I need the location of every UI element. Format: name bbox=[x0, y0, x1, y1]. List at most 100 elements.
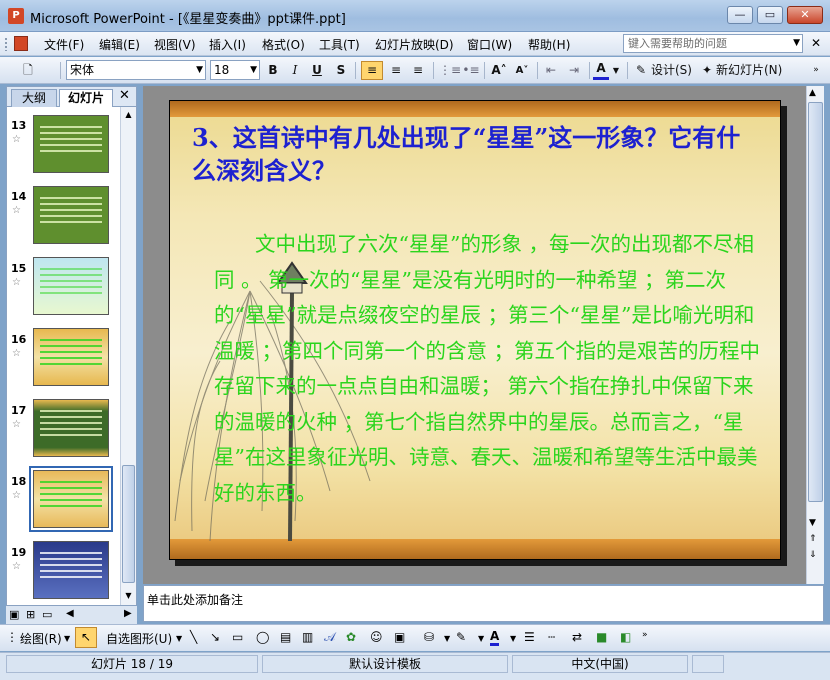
align-center-icon[interactable]: ≡ bbox=[386, 61, 406, 80]
slide-thumbnail[interactable] bbox=[33, 399, 109, 457]
menu-edit[interactable]: 编辑(E) bbox=[99, 36, 140, 53]
close-icon[interactable]: ✕ bbox=[119, 88, 130, 103]
dash-style-icon[interactable]: ┄ bbox=[548, 630, 555, 644]
font-color-icon[interactable]: A bbox=[490, 630, 500, 646]
rectangle-icon[interactable]: ▭ bbox=[232, 630, 243, 644]
slide-vertical-scrollbar[interactable]: ▲ ▼ ⇑ ⇓ bbox=[806, 86, 824, 584]
numbering-icon[interactable]: ⋮≡ bbox=[439, 61, 461, 80]
slide-thumbnail[interactable] bbox=[33, 328, 109, 386]
menu-insert[interactable]: 插入(I) bbox=[209, 36, 246, 53]
chevron-down-icon[interactable]: ▼ bbox=[64, 634, 70, 643]
help-search-input[interactable]: 键入需要帮助的问题 ▼ bbox=[623, 34, 803, 53]
menu-window[interactable]: 窗口(W) bbox=[467, 36, 512, 53]
chevron-down-icon[interactable]: ▼ bbox=[196, 61, 203, 79]
chevron-down-icon[interactable]: ▼ bbox=[611, 61, 621, 80]
scroll-up-icon[interactable]: ▲ bbox=[122, 108, 135, 122]
wordart-icon[interactable]: 𝒜 bbox=[324, 630, 335, 645]
menu-slideshow[interactable]: 幻灯片放映(D) bbox=[375, 36, 454, 53]
menu-format[interactable]: 格式(O) bbox=[262, 36, 305, 53]
align-right-icon[interactable]: ≡ bbox=[408, 61, 428, 80]
autoshapes-button[interactable]: 自选图形(U) bbox=[106, 630, 172, 647]
select-pointer-icon[interactable]: ↖ bbox=[75, 627, 97, 648]
draw-menu-button[interactable]: 绘图(R) bbox=[20, 630, 62, 647]
oval-icon[interactable]: ◯ bbox=[256, 630, 269, 644]
notes-pane[interactable]: 单击此处添加备注 bbox=[143, 585, 824, 622]
font-color-icon[interactable]: A bbox=[593, 61, 609, 80]
restore-button[interactable]: ▭ bbox=[757, 6, 783, 24]
close-button[interactable]: ✕ bbox=[787, 6, 823, 24]
design-icon[interactable]: ✎ bbox=[633, 61, 649, 80]
decrease-indent-icon[interactable]: ⇤ bbox=[541, 61, 561, 80]
powerpoint-app-icon[interactable]: P bbox=[8, 8, 24, 24]
toolbar-options-icon[interactable]: » bbox=[642, 630, 648, 640]
slide-sorter-icon[interactable]: ⊞ bbox=[26, 608, 35, 621]
line-color-icon[interactable]: ✎ bbox=[456, 630, 466, 644]
underline-button[interactable]: U bbox=[308, 61, 326, 80]
slide-thumbnail[interactable] bbox=[33, 541, 109, 599]
decrease-font-icon[interactable]: A˅ bbox=[512, 61, 532, 80]
chevron-down-icon[interactable]: ▼ bbox=[250, 61, 257, 79]
toolbar-grip-icon[interactable] bbox=[4, 37, 8, 51]
slide-thumbnail[interactable] bbox=[33, 186, 109, 244]
arrow-icon[interactable]: ↘ bbox=[210, 630, 220, 644]
vertical-textbox-icon[interactable]: ▥ bbox=[302, 630, 313, 644]
scroll-thumb[interactable] bbox=[808, 102, 823, 502]
minimize-button[interactable]: — bbox=[727, 6, 753, 24]
previous-slide-icon[interactable]: ⇑ bbox=[809, 534, 817, 544]
next-slide-icon[interactable]: ⇓ bbox=[809, 550, 817, 560]
new-slide-button[interactable]: 新幻灯片(N) bbox=[716, 61, 786, 80]
arrow-style-icon[interactable]: ⇄ bbox=[572, 630, 582, 644]
fill-color-icon[interactable]: ⛁ bbox=[424, 630, 434, 644]
shadow-button[interactable]: S bbox=[332, 61, 350, 80]
scroll-down-icon[interactable]: ▼ bbox=[122, 589, 135, 603]
scroll-down-icon[interactable]: ▼ bbox=[809, 518, 816, 528]
chevron-down-icon[interactable]: ▼ bbox=[510, 634, 516, 643]
document-close-icon[interactable]: ✕ bbox=[811, 36, 821, 50]
slide-question-title[interactable]: 3、这首诗中有几处出现了“星星”这一形象？它有什么深刻含义？ bbox=[192, 121, 762, 187]
increase-indent-icon[interactable]: ⇥ bbox=[564, 61, 584, 80]
scroll-thumb[interactable] bbox=[122, 465, 135, 583]
clipart-icon[interactable]: ☺ bbox=[370, 630, 383, 644]
bullets-icon[interactable]: •≡ bbox=[461, 61, 481, 80]
scroll-right-icon[interactable]: ▶ bbox=[124, 608, 132, 619]
scroll-up-icon[interactable]: ▲ bbox=[809, 88, 816, 98]
toolbar-options-icon[interactable]: » bbox=[810, 61, 822, 80]
chevron-down-icon[interactable]: ▼ bbox=[176, 634, 182, 643]
menu-file[interactable]: 文件(F) bbox=[44, 36, 84, 53]
increase-font-icon[interactable]: A˄ bbox=[489, 61, 509, 80]
line-icon[interactable]: ╲ bbox=[190, 630, 197, 644]
shadow-style-icon[interactable]: ■ bbox=[596, 630, 607, 644]
slide-thumbnail-selected[interactable] bbox=[29, 466, 113, 532]
menu-help[interactable]: 帮助(H) bbox=[528, 36, 570, 53]
toolbar-grip-icon[interactable]: ⋮ bbox=[6, 630, 18, 644]
current-slide[interactable]: 3、这首诗中有几处出现了“星星”这一形象？它有什么深刻含义？ 文中出现了六次“星… bbox=[169, 100, 781, 560]
menu-tools[interactable]: 工具(T) bbox=[319, 36, 360, 53]
menu-view[interactable]: 视图(V) bbox=[154, 36, 196, 53]
new-document-icon[interactable]: 🗋 bbox=[18, 61, 38, 80]
normal-view-icon[interactable]: ▣ bbox=[9, 608, 19, 621]
tab-outline[interactable]: 大纲 bbox=[11, 89, 57, 107]
status-design-template[interactable]: 默认设计模板 bbox=[262, 655, 508, 673]
new-slide-icon[interactable]: ✦ bbox=[699, 61, 715, 80]
slides-pane-scrollbar[interactable]: ▲ ▼ bbox=[120, 107, 136, 605]
bold-button[interactable]: B bbox=[264, 61, 282, 80]
slide-thumbnail[interactable] bbox=[33, 257, 109, 315]
picture-icon[interactable]: ▣ bbox=[394, 630, 405, 644]
chevron-down-icon[interactable]: ▼ bbox=[793, 35, 800, 52]
slide-body-text[interactable]: 文中出现了六次“星星”的形象 ，每一次的出现都不尽相同 。 第一次的“星星”是没… bbox=[214, 227, 762, 511]
chevron-down-icon[interactable]: ▼ bbox=[444, 634, 450, 643]
design-button[interactable]: 设计(S) bbox=[651, 61, 695, 80]
textbox-icon[interactable]: ▤ bbox=[280, 630, 291, 644]
slide-thumbnail[interactable] bbox=[33, 115, 109, 173]
slideshow-view-icon[interactable]: ▭ bbox=[42, 608, 52, 621]
document-icon[interactable] bbox=[14, 36, 28, 51]
chevron-down-icon[interactable]: ▼ bbox=[478, 634, 484, 643]
tab-slides[interactable]: 幻灯片 bbox=[59, 89, 113, 107]
3d-style-icon[interactable]: ◧ bbox=[620, 630, 631, 644]
font-size-combo[interactable]: 18 ▼ bbox=[210, 60, 260, 80]
font-name-combo[interactable]: 宋体 ▼ bbox=[66, 60, 206, 80]
diagram-icon[interactable]: ✿ bbox=[346, 630, 356, 644]
scroll-left-icon[interactable]: ◀ bbox=[66, 608, 74, 619]
line-style-icon[interactable]: ☰ bbox=[524, 630, 535, 644]
italic-button[interactable]: I bbox=[286, 61, 304, 80]
